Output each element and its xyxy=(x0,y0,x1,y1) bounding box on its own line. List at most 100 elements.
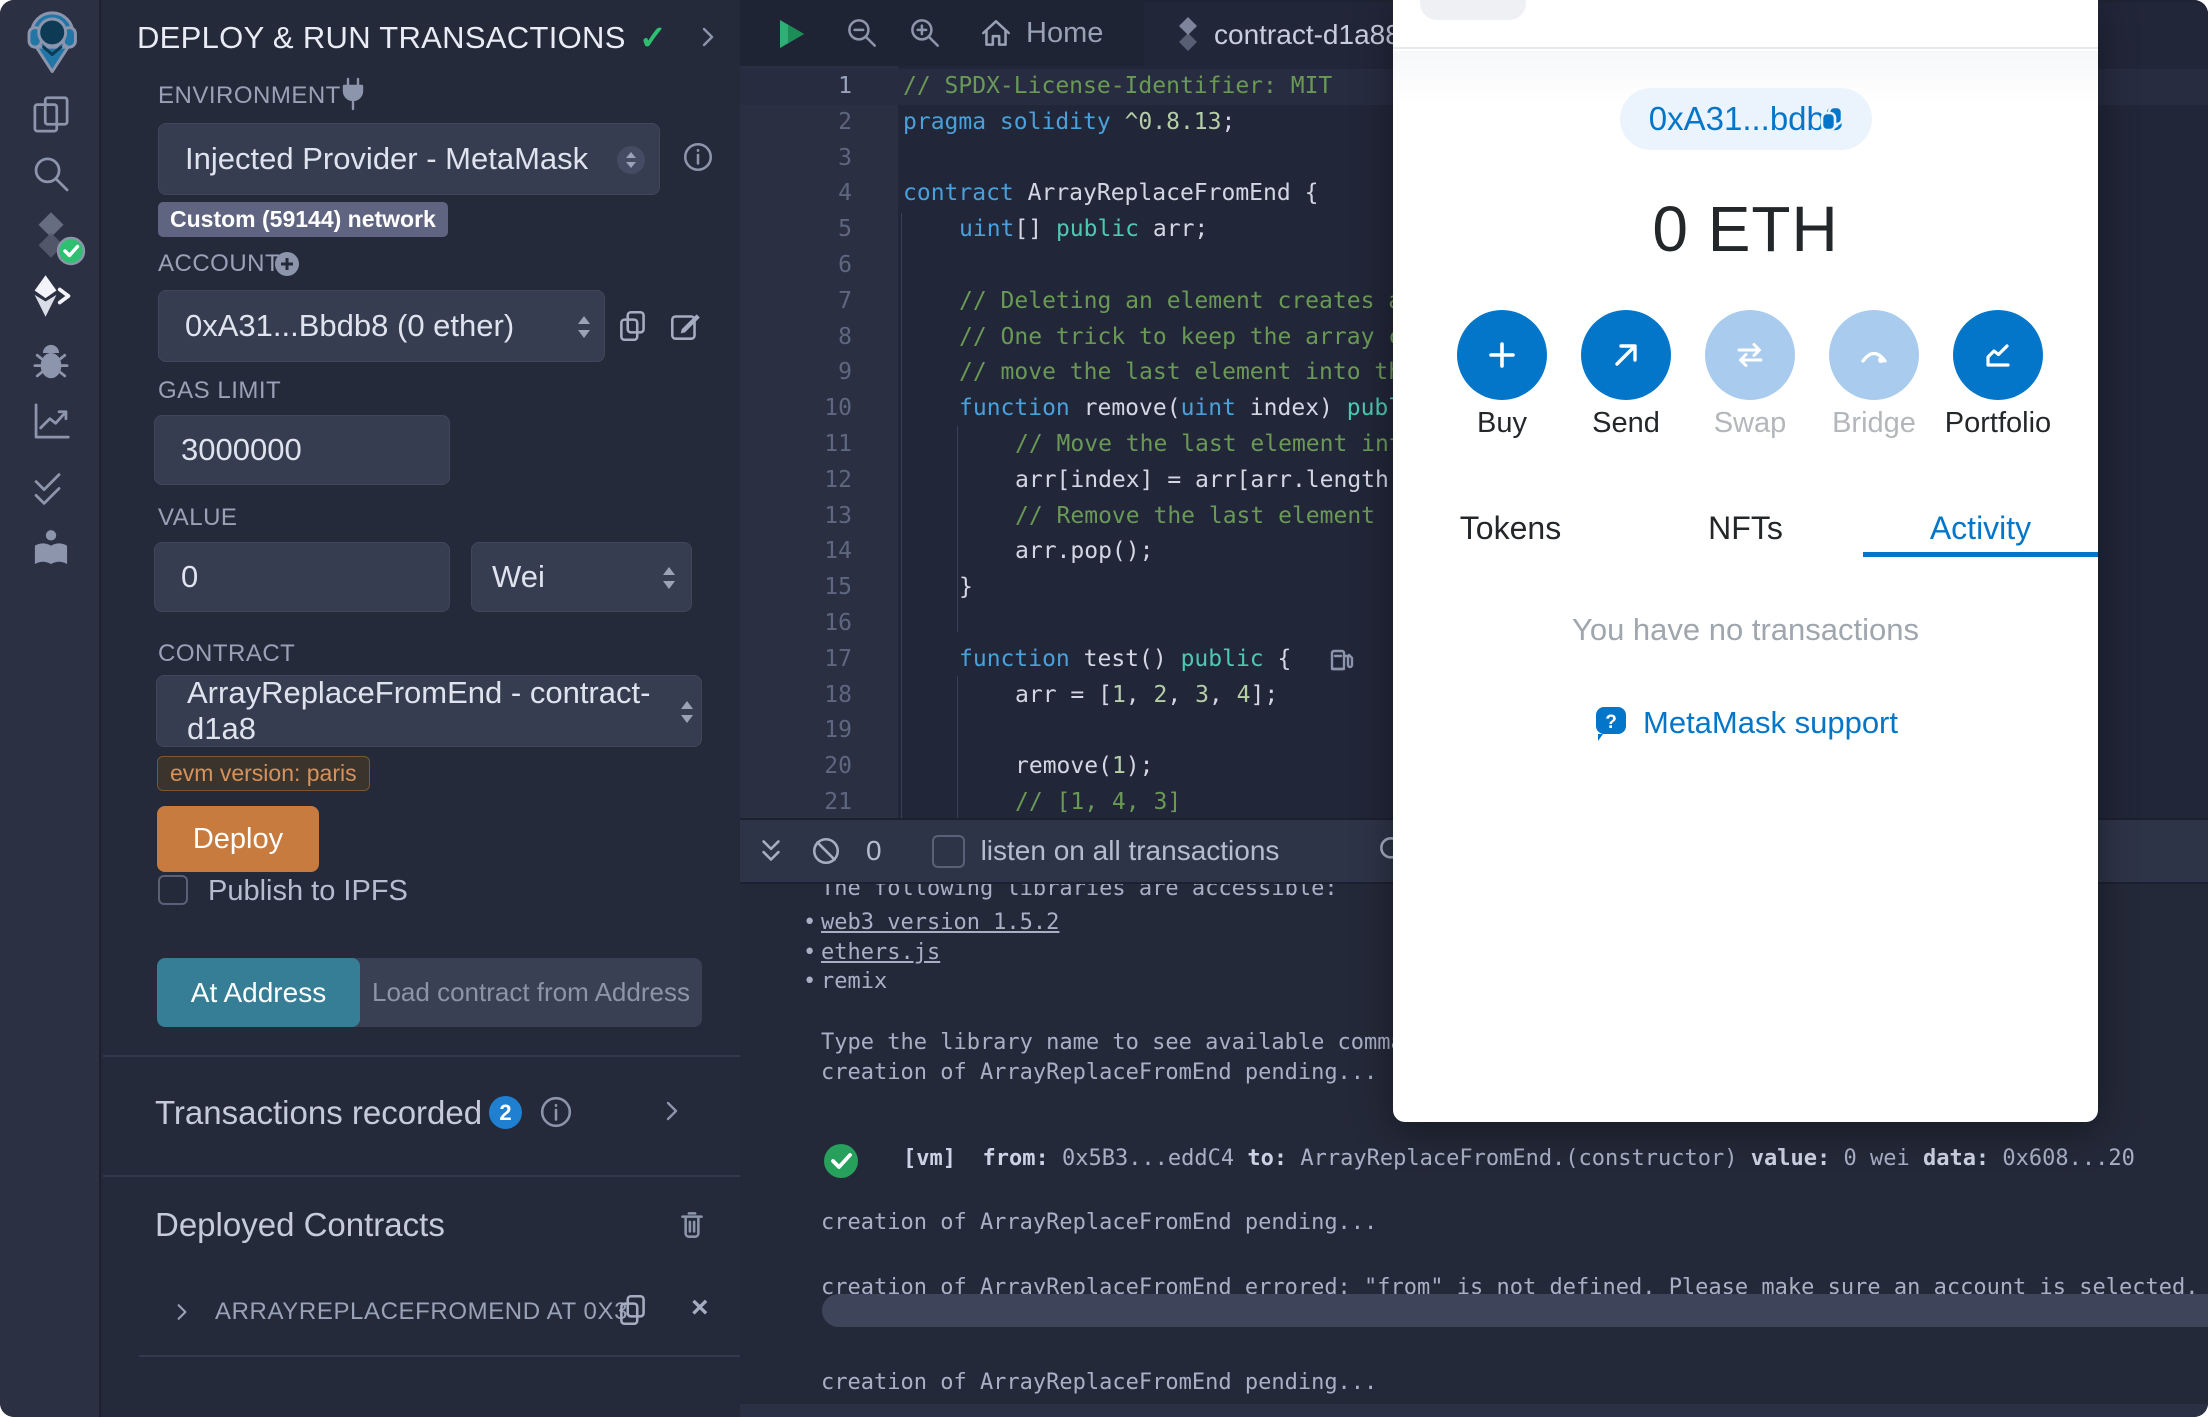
line-number: 12 xyxy=(824,466,852,493)
compile-success-badge xyxy=(56,236,86,266)
terminal-link[interactable]: web3 version 1.5.2 xyxy=(821,910,1059,935)
deploy-run-icon xyxy=(27,272,75,320)
account-stepper-icon[interactable] xyxy=(574,311,594,351)
panel-check-icon: ✓ xyxy=(639,19,667,56)
sidebar-item-debugger-icon[interactable] xyxy=(0,338,101,384)
account-label: ACCOUNT xyxy=(158,250,281,277)
account-select[interactable]: 0xA31...Bbdb8 (0 ether) xyxy=(158,290,605,362)
mm-tab-tokens[interactable]: Tokens xyxy=(1393,500,1628,556)
value-label: VALUE xyxy=(158,504,238,531)
panel-title: DEPLOY & RUN TRANSACTIONS xyxy=(137,20,626,55)
line-number: 1 xyxy=(838,73,852,99)
portfolio-label: Portfolio xyxy=(1944,407,2052,439)
buy-button[interactable] xyxy=(1457,310,1547,400)
environment-info-icon[interactable] xyxy=(681,140,715,174)
code-line: arr.pop(); xyxy=(1015,538,1154,565)
terminal-count: 0 xyxy=(866,835,882,866)
edit-account-icon[interactable] xyxy=(667,308,703,344)
active-tab-underline xyxy=(1863,552,2098,557)
file-explorer-icon xyxy=(28,92,74,138)
support-question-icon: ? xyxy=(1593,704,1629,742)
tab-home[interactable]: Home xyxy=(978,0,1103,66)
tab-home-label: Home xyxy=(1026,16,1104,49)
sidebar-item-unit-testing-icon[interactable] xyxy=(0,462,101,508)
sidebar-item-deploy-run-icon[interactable] xyxy=(0,272,101,320)
divider xyxy=(103,1055,740,1057)
expand-terminal-icon[interactable] xyxy=(756,834,786,868)
sidebar-item-solidity-compiler-icon[interactable] xyxy=(0,210,101,266)
line-number: 8 xyxy=(838,323,852,350)
portfolio-button[interactable] xyxy=(1953,310,2043,400)
send-button[interactable] xyxy=(1581,310,1671,400)
network-badge: Custom (59144) network xyxy=(158,202,448,237)
gas-limit-input[interactable]: 3000000 xyxy=(154,415,450,485)
environment-value: Injected Provider - MetaMask xyxy=(185,141,589,176)
zoom-in-icon[interactable] xyxy=(905,14,943,52)
svg-text:?: ? xyxy=(1605,712,1617,733)
code-line: // Remove the last element xyxy=(1015,502,1376,529)
terminal-highlight-row[interactable] xyxy=(822,1294,2208,1327)
contract-select[interactable]: ArrayReplaceFromEnd - contract-d1a8 xyxy=(156,675,702,747)
sidebar-item-file-explorer-icon[interactable] xyxy=(0,92,101,138)
buy-label: Buy xyxy=(1477,407,1527,439)
indent-guide xyxy=(957,676,958,818)
terminal-bullet: • xyxy=(803,940,817,965)
contract-stepper-icon[interactable] xyxy=(677,696,697,736)
trash-icon[interactable] xyxy=(675,1206,709,1242)
environment-stepper-icon[interactable] xyxy=(617,146,645,174)
indent-guide xyxy=(957,426,958,632)
divider xyxy=(103,1175,740,1177)
line-number: 20 xyxy=(824,753,852,780)
code-line: // SPDX-License-Identifier: MIT xyxy=(903,73,1333,99)
code-line: remove(1); xyxy=(1015,753,1154,780)
network-selector-pill[interactable] xyxy=(1420,0,1526,20)
line-number: 19 xyxy=(824,717,852,744)
solidity-file-icon xyxy=(1170,15,1206,60)
terminal-vm-log[interactable]: [vm] from: 0x5B3...eddC4 to: ArrayReplac… xyxy=(903,1146,2135,1171)
metamask-support-link[interactable]: ? MetaMask support xyxy=(1393,704,2098,742)
at-address-button[interactable]: At Address xyxy=(157,958,360,1027)
terminal-success-icon xyxy=(822,1142,860,1185)
transactions-expand-icon[interactable] xyxy=(659,1098,685,1124)
sidebar-item-search-icon[interactable] xyxy=(0,152,101,198)
deploy-button[interactable]: Deploy xyxy=(157,806,319,872)
expand-contract-icon[interactable] xyxy=(171,1301,193,1323)
sidebar-item-remix-logo[interactable] xyxy=(0,8,101,74)
listen-transactions-checkbox[interactable] xyxy=(931,834,965,868)
value-unit-select[interactable]: Wei xyxy=(471,542,692,612)
metamask-account-pill[interactable]: 0xA31...bdb8 xyxy=(1620,88,1872,150)
eth-balance: 0 ETH xyxy=(1652,193,1839,265)
mm-tab-nfts[interactable]: NFTs xyxy=(1628,500,1863,556)
unit-stepper-icon[interactable] xyxy=(659,562,679,602)
swap-button xyxy=(1705,310,1795,400)
sidebar-item-analysis-icon[interactable] xyxy=(0,398,101,444)
terminal-link[interactable]: ethers.js xyxy=(821,940,940,965)
load-contract-input[interactable]: Load contract from Address xyxy=(360,958,702,1027)
copy-account-icon[interactable] xyxy=(615,308,651,344)
environment-select[interactable]: Injected Provider - MetaMask xyxy=(158,123,660,195)
value-input[interactable]: 0 xyxy=(154,542,450,612)
code-line: } xyxy=(959,574,973,601)
collapse-panel-icon[interactable] xyxy=(695,24,721,50)
line-number: 4 xyxy=(838,180,852,207)
zoom-out-icon[interactable] xyxy=(842,14,880,52)
transactions-info-icon[interactable] xyxy=(539,1095,573,1129)
code-line: uint[] public arr; xyxy=(959,216,1209,243)
send-icon xyxy=(1615,344,1637,366)
clear-console-icon[interactable] xyxy=(810,835,842,867)
terminal-log-line: creation of ArrayReplaceFromEnd pending.… xyxy=(821,1370,1378,1395)
at-address-group: At Address Load contract from Address xyxy=(157,958,702,1027)
copy-address-icon[interactable] xyxy=(1816,103,1848,143)
search-icon xyxy=(28,152,74,198)
sidebar-item-learneth-icon[interactable] xyxy=(0,525,101,571)
portfolio-icon xyxy=(1986,344,2010,367)
copy-contract-icon[interactable] xyxy=(615,1292,651,1328)
remove-contract-icon[interactable]: × xyxy=(691,1291,709,1325)
send-label: Send xyxy=(1592,407,1660,439)
add-account-icon[interactable] xyxy=(273,250,301,283)
value-unit: Wei xyxy=(492,559,545,594)
publish-ipfs-checkbox[interactable] xyxy=(158,875,188,905)
solidity-compiler-icon xyxy=(28,210,85,266)
mm-tab-activity[interactable]: Activity xyxy=(1863,500,2098,556)
run-script-icon[interactable] xyxy=(774,16,808,57)
